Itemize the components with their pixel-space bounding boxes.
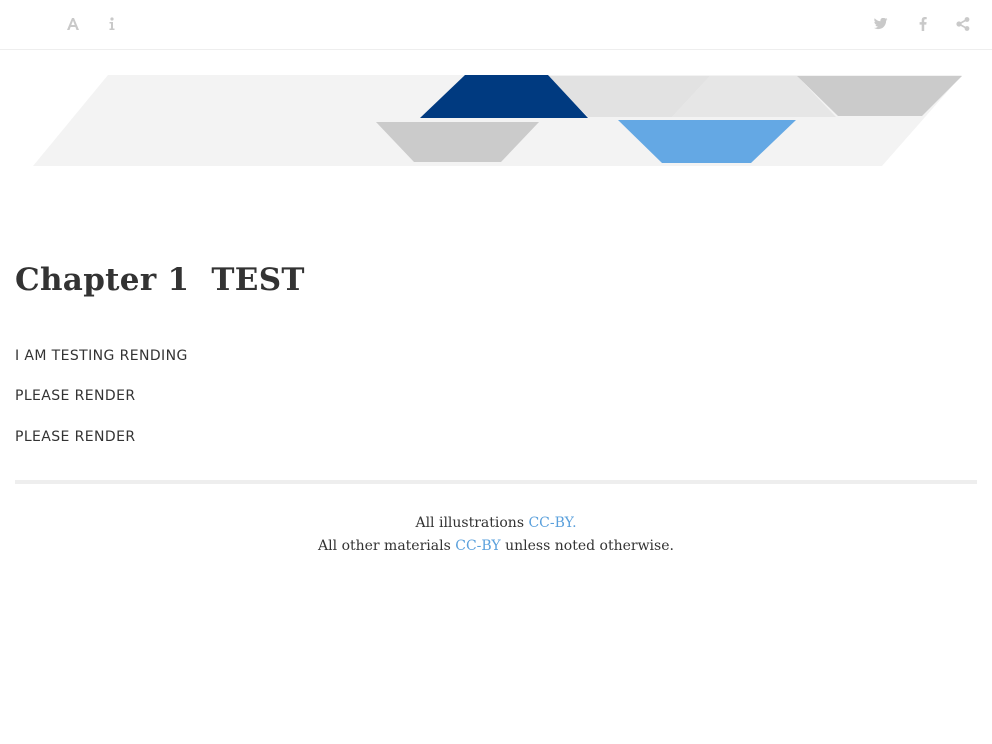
license-footer: All illustrations CC-BY. All other mater… xyxy=(0,512,992,558)
paragraph: PLEASE RENDER xyxy=(15,429,136,445)
chapter-name: TEST xyxy=(211,262,305,298)
facebook-share-button[interactable] xyxy=(911,12,935,36)
share-button[interactable] xyxy=(951,12,975,36)
twitter-icon xyxy=(874,18,888,30)
share-icon xyxy=(956,17,970,31)
paragraph: PLEASE RENDER xyxy=(15,388,136,404)
chapter-banner-graphic xyxy=(33,75,962,166)
materials-license-link[interactable]: CC-BY xyxy=(455,538,500,554)
illustrations-license-text: All illustrations xyxy=(415,515,529,531)
chapter-number: Chapter 1 xyxy=(15,262,190,298)
twitter-share-button[interactable] xyxy=(869,12,893,36)
materials-license-line: All other materials CC-BY unless noted o… xyxy=(0,535,992,558)
paragraph: I AM TESTING RENDING xyxy=(15,348,188,364)
materials-license-text: All other materials xyxy=(318,538,456,554)
content-divider xyxy=(15,480,977,484)
chapter-title: Chapter 1 TEST xyxy=(15,262,305,298)
illustrations-license-link[interactable]: CC-BY. xyxy=(528,515,576,531)
top-toolbar xyxy=(0,0,992,50)
materials-license-suffix: unless noted otherwise. xyxy=(500,538,674,554)
font-settings-button[interactable] xyxy=(61,12,85,36)
illustrations-license-line: All illustrations CC-BY. xyxy=(0,512,992,535)
info-icon xyxy=(108,17,116,31)
facebook-icon xyxy=(919,17,927,31)
info-button[interactable] xyxy=(100,12,124,36)
font-icon xyxy=(66,17,80,31)
